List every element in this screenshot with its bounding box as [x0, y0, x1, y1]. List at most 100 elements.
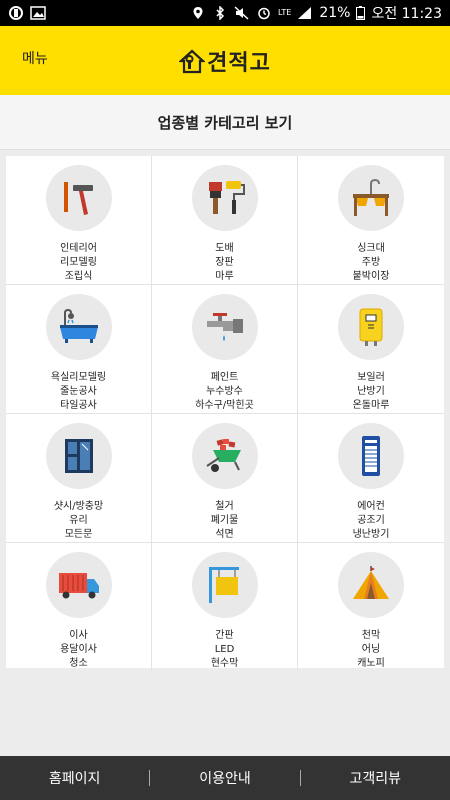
category-labels: 페인트 누수방수 하수구/막힌곳: [195, 371, 254, 413]
moving-truck-icon: [58, 573, 99, 599]
status-left: [8, 6, 46, 20]
nav-home[interactable]: 홈페이지: [0, 768, 149, 788]
category-label: 주방: [361, 257, 381, 268]
boiler-icon: [359, 308, 383, 346]
clock: 오전 11:23: [371, 6, 442, 22]
nav-reviews[interactable]: 고객리뷰: [301, 768, 450, 788]
category-moving[interactable]: 이사 용달이사 청소: [6, 543, 152, 671]
category-tent[interactable]: 천막 어닝 캐노피: [298, 543, 444, 671]
icon-circle: [45, 294, 112, 360]
icon-circle: [338, 552, 404, 618]
category-labels: 샷시/방충망 유리 모든문: [54, 500, 103, 542]
icon-circle: [191, 423, 258, 489]
category-label: 누수방수: [206, 386, 243, 397]
category-labels: 싱크대 주방 붙박이장: [353, 242, 390, 284]
category-label: 욕실리모델링: [50, 372, 107, 383]
category-sink[interactable]: 싱크대 주방 붙박이장: [298, 156, 444, 285]
category-label: 조립식: [64, 271, 93, 282]
battery-percent: 21%: [319, 5, 351, 21]
category-labels: 철거 폐기물 석면: [211, 500, 239, 542]
category-label: 리모델링: [60, 257, 97, 268]
category-grid: 인테리어 리모델링 조립식 도배 장판 마루 싱크대 주방 붙박이장 욕실리모델…: [6, 156, 444, 671]
category-label: 줄눈공사: [60, 386, 97, 397]
category-label: 모든문: [64, 529, 93, 540]
category-label: 현수막: [210, 658, 239, 669]
signboard-icon: [208, 567, 239, 603]
hammer-icon: [63, 182, 93, 215]
category-labels: 간판 LED 현수막: [211, 629, 239, 671]
category-label: 어닝: [361, 644, 381, 655]
category-label: 마루: [215, 271, 234, 282]
category-label: 난방기: [357, 386, 385, 397]
location-icon: [193, 7, 203, 19]
faucet-icon: [206, 313, 243, 341]
mute-icon: [234, 6, 249, 20]
category-label: 싱크대: [357, 243, 385, 254]
icon-circle: [191, 294, 258, 360]
category-paint[interactable]: 페인트 누수방수 하수구/막힌곳: [152, 285, 298, 414]
nav-guide[interactable]: 이용안내: [150, 768, 299, 788]
icon-circle: [45, 552, 112, 618]
category-label: 샷시/방충망: [53, 501, 104, 512]
category-label: 하수구/막힌곳: [195, 400, 254, 411]
category-aircon[interactable]: 에어컨 공조기 냉난방기: [298, 414, 444, 543]
category-label: 철거: [215, 501, 234, 512]
category-labels: 에어컨 공조기 냉난방기: [353, 500, 390, 542]
category-signboard[interactable]: 간판 LED 현수막: [152, 543, 298, 671]
category-label: 냉난방기: [352, 529, 390, 540]
icon-circle: [191, 165, 258, 231]
category-label: 용달이사: [60, 644, 97, 655]
category-label: 간판: [215, 630, 234, 641]
paint-brush-roller-icon: [208, 181, 245, 214]
app-notification-icon: [9, 6, 23, 20]
category-wallpaper[interactable]: 도배 장판 마루: [152, 156, 298, 285]
wheelbarrow-icon: [205, 439, 241, 472]
bottom-nav: 홈페이지 이용안내 고객리뷰: [0, 756, 450, 800]
category-label: 타일공사: [60, 400, 97, 411]
house-wrench-icon: [179, 49, 206, 73]
logo[interactable]: 견적고: [179, 45, 271, 77]
menu-button[interactable]: 메뉴: [22, 48, 48, 68]
category-label: 청소: [69, 658, 88, 669]
bathtub-icon: [59, 308, 98, 343]
window-icon: [64, 439, 93, 473]
category-bathroom[interactable]: 욕실리모델링 줄눈공사 타일공사: [6, 285, 152, 414]
alarm-icon: [258, 7, 270, 20]
category-label: 페인트: [210, 372, 239, 383]
category-labels: 보일러 난방기 온돌마루: [353, 371, 390, 413]
icon-circle: [191, 552, 258, 618]
battery-icon: [356, 6, 366, 20]
section-title: 업종별 카테고리 보기: [0, 95, 450, 150]
image-notification-icon: [30, 6, 46, 20]
icon-circle: [338, 165, 404, 231]
category-label: 유리: [69, 515, 88, 526]
category-label: 캐노피: [357, 658, 385, 669]
category-boiler[interactable]: 보일러 난방기 온돌마루: [298, 285, 444, 414]
icon-circle: [338, 423, 404, 489]
icon-circle: [45, 165, 112, 231]
category-label: 공조기: [357, 515, 385, 526]
category-label: LED: [214, 644, 235, 655]
category-label: 폐기물: [210, 515, 239, 526]
status-right: LTE 21% 오전 11:23: [190, 3, 442, 23]
air-conditioner-icon: [362, 436, 380, 476]
category-window[interactable]: 샷시/방충망 유리 모든문: [6, 414, 152, 543]
status-bar: LTE 21% 오전 11:23: [0, 0, 450, 26]
category-label: 보일러: [357, 372, 385, 383]
sink-icon: [353, 178, 389, 216]
icon-circle: [45, 423, 112, 489]
category-label: 천막: [361, 630, 381, 641]
category-label: 붙박이장: [352, 271, 390, 282]
category-interior[interactable]: 인테리어 리모델링 조립식: [6, 156, 152, 285]
category-label: 이사: [69, 630, 88, 641]
category-label: 온돌마루: [352, 400, 390, 411]
category-label: 도배: [215, 243, 234, 254]
category-label: 인테리어: [60, 243, 97, 254]
category-labels: 이사 용달이사 청소: [60, 629, 97, 671]
tent-icon: [353, 566, 389, 599]
category-demolition[interactable]: 철거 폐기물 석면: [152, 414, 298, 543]
category-label: 석면: [215, 529, 234, 540]
category-labels: 도배 장판 마루: [215, 242, 233, 284]
bluetooth-icon: [216, 6, 225, 20]
category-labels: 인테리어 리모델링 조립식: [60, 242, 97, 284]
